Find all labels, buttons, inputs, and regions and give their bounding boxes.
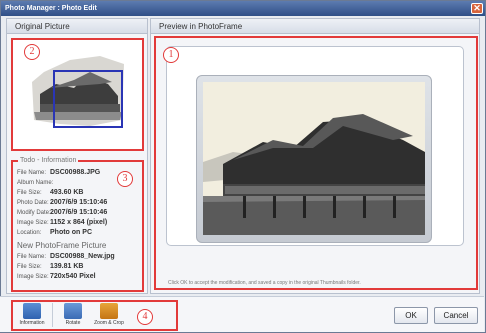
photoframe-preview-image bbox=[203, 82, 425, 235]
information-legend: Todo - Information bbox=[18, 157, 79, 164]
title-bar: Photo Manager : Photo Edit ✕ bbox=[1, 1, 485, 16]
zoom-crop-tool[interactable]: Zoom & Crop bbox=[92, 303, 126, 326]
info-value: 720x540 Pixel bbox=[50, 273, 96, 280]
original-thumbnail bbox=[30, 54, 126, 130]
info-value: 139.81 KB bbox=[50, 263, 84, 270]
info-label: Photo Date: bbox=[17, 200, 49, 206]
callout-2: 2 bbox=[24, 44, 40, 60]
callout-4: 4 bbox=[137, 309, 153, 325]
rotate-icon bbox=[64, 303, 82, 319]
info-label: Album Name: bbox=[17, 180, 54, 186]
info-value: Photo on PC bbox=[50, 229, 92, 236]
hint-text: Click OK to accept the modification, and… bbox=[168, 280, 361, 286]
new-picture-section-title: New PhotoFrame Picture bbox=[17, 241, 107, 250]
original-picture-header: Original Picture bbox=[7, 19, 147, 34]
information-tool[interactable]: Information bbox=[17, 303, 47, 326]
toolbar-separator bbox=[52, 303, 53, 327]
info-label: File Size: bbox=[17, 264, 42, 270]
rotate-tool[interactable]: Rotate bbox=[58, 303, 88, 326]
info-value: DSC00988.JPG bbox=[50, 169, 101, 176]
information-tool-label: Information bbox=[19, 320, 45, 326]
ok-button[interactable]: OK bbox=[394, 307, 428, 324]
preview-header: Preview in PhotoFrame bbox=[151, 19, 479, 34]
zoom-crop-icon bbox=[100, 303, 118, 319]
info-label: Image Size: bbox=[17, 274, 49, 280]
info-value: 2007/6/9 15:10:46 bbox=[50, 199, 108, 206]
cancel-button[interactable]: Cancel bbox=[434, 307, 478, 324]
info-value: DSC00988_New.jpg bbox=[50, 253, 115, 260]
info-label: Modify Date: bbox=[17, 210, 51, 216]
info-label: File Name: bbox=[17, 170, 47, 176]
info-label: Image Size: bbox=[17, 220, 49, 226]
info-value: 2007/6/9 15:10:46 bbox=[50, 209, 108, 216]
info-label: File Name: bbox=[17, 254, 47, 260]
information-icon bbox=[23, 303, 41, 319]
info-label: File Size: bbox=[17, 190, 42, 196]
close-icon[interactable]: ✕ bbox=[471, 3, 483, 14]
callout-1: 1 bbox=[163, 47, 179, 63]
preview-photo bbox=[203, 82, 425, 235]
rotate-tool-label: Rotate bbox=[65, 320, 81, 326]
info-value: 493.60 KB bbox=[50, 189, 84, 196]
crop-selection-rectangle[interactable] bbox=[53, 70, 123, 128]
window-title: Photo Manager : Photo Edit bbox=[5, 5, 97, 12]
zoom-crop-tool-label: Zoom & Crop bbox=[94, 320, 124, 326]
info-value: 1152 x 864 (pixel) bbox=[50, 219, 108, 226]
callout-3: 3 bbox=[117, 171, 133, 187]
info-label: Location: bbox=[17, 230, 42, 236]
